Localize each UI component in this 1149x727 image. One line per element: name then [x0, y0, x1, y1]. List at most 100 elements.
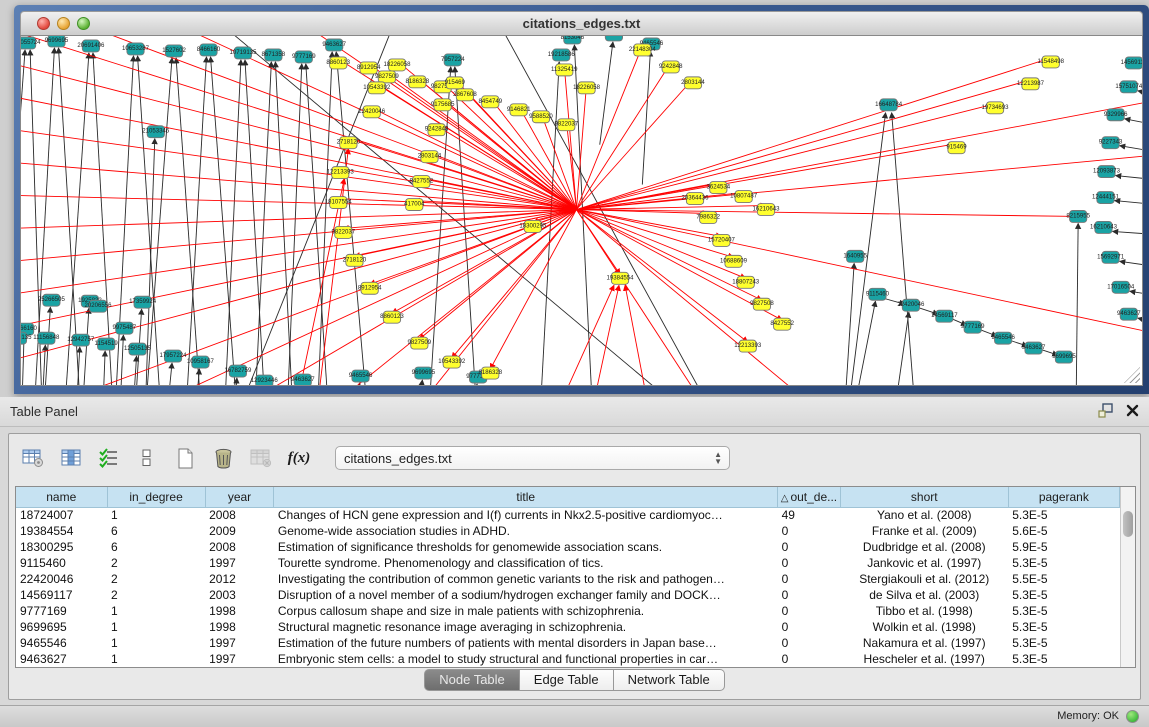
column-header-year[interactable]: year: [205, 487, 274, 507]
network-node-teal[interactable]: 9777169: [292, 51, 316, 63]
cell-year[interactable]: 1997: [205, 555, 274, 571]
network-node-yellow[interactable]: 8912954: [357, 62, 381, 74]
cell-in_degree[interactable]: 2: [107, 571, 205, 587]
network-node-teal[interactable]: 9699695: [45, 36, 69, 47]
cell-out_degree[interactable]: 0: [778, 603, 841, 619]
cell-short[interactable]: Yano et al. (2008): [840, 507, 1008, 523]
cell-year[interactable]: 2003: [205, 587, 274, 603]
network-node-yellow[interactable]: 915469: [445, 77, 466, 89]
network-canvas[interactable]: 2005572496996952069140610653287152760284…: [20, 35, 1143, 386]
cell-short[interactable]: Stergiakouli et al. (2012): [840, 571, 1008, 587]
float-panel-icon[interactable]: [1098, 403, 1114, 418]
cell-name[interactable]: 9777169: [16, 603, 107, 619]
network-node-teal[interactable]: 9463627: [1022, 342, 1046, 354]
cell-in_degree[interactable]: 6: [107, 539, 205, 555]
column-header-name[interactable]: name: [16, 487, 107, 507]
cell-year[interactable]: 2012: [205, 571, 274, 587]
cell-in_degree[interactable]: 1: [107, 507, 205, 523]
network-node-yellow[interactable]: 8454749: [478, 96, 502, 108]
cell-title[interactable]: Changes of HCN gene expression and I(f) …: [274, 507, 778, 523]
network-node-yellow[interactable]: 8860123: [380, 311, 404, 323]
network-node-yellow[interactable]: 20364436: [682, 193, 710, 205]
network-node-yellow[interactable]: 8186328: [405, 76, 429, 88]
cell-out_degree[interactable]: 49: [778, 507, 841, 523]
table-row[interactable]: 1872400712008Changes of HCN gene express…: [16, 507, 1120, 523]
cell-out_degree[interactable]: 0: [778, 651, 841, 667]
cell-in_degree[interactable]: 1: [107, 635, 205, 651]
network-node-teal[interactable]: 10958167: [187, 356, 215, 368]
network-node-teal[interactable]: 9465546: [991, 332, 1015, 344]
cell-name[interactable]: 9115460: [16, 555, 107, 571]
network-node-yellow[interactable]: 9827509: [408, 337, 432, 349]
network-node-teal[interactable]: 9463627: [291, 374, 315, 385]
network-node-teal[interactable]: 9227343: [1099, 137, 1123, 149]
network-node-yellow[interactable]: 12213393: [734, 340, 762, 352]
cell-pagerank[interactable]: 5.3E-5: [1008, 651, 1119, 667]
cell-year[interactable]: 1997: [205, 635, 274, 651]
table-row[interactable]: 1830029562008Estimation of significance …: [16, 539, 1120, 555]
new-column-icon[interactable]: [169, 443, 201, 473]
network-node-yellow[interactable]: 2803144: [681, 77, 705, 89]
cell-out_degree[interactable]: 0: [778, 523, 841, 539]
citation-network-graph[interactable]: 2005572496996952069140610653287152760284…: [21, 36, 1142, 385]
network-node-teal[interactable]: 9329966: [1104, 109, 1128, 121]
cell-title[interactable]: Disruption of a novel member of a sodium…: [274, 587, 778, 603]
network-node-teal[interactable]: 8466160: [197, 44, 221, 56]
memory-ok-indicator-icon[interactable]: [1126, 710, 1139, 723]
network-node-teal[interactable]: 14569117: [931, 310, 958, 322]
cell-title[interactable]: Genome-wide association studies in ADHD.: [274, 523, 778, 539]
network-node-yellow[interactable]: 22420046: [358, 106, 386, 118]
network-node-yellow[interactable]: 2718120: [343, 254, 367, 266]
network-node-yellow[interactable]: 10807487: [730, 191, 758, 203]
column-header-pagerank[interactable]: pagerank: [1008, 487, 1119, 507]
cell-pagerank[interactable]: 5.3E-5: [1008, 587, 1119, 603]
column-header-short[interactable]: short: [840, 487, 1008, 507]
network-node-yellow[interactable]: 11548498: [1038, 56, 1065, 68]
network-node-teal[interactable]: 1527602: [162, 45, 186, 57]
network-node-teal[interactable]: 17957224: [160, 350, 188, 362]
network-node-teal[interactable]: 1154519: [95, 338, 119, 350]
network-node-yellow[interactable]: 8186328: [478, 367, 502, 379]
cell-out_degree[interactable]: 0: [778, 555, 841, 571]
network-node-teal[interactable]: 16782759: [224, 365, 252, 377]
cell-year[interactable]: 2009: [205, 523, 274, 539]
network-node-yellow[interactable]: 8912954: [358, 282, 382, 294]
tab-network-table[interactable]: Network Table: [614, 669, 725, 691]
network-node-teal[interactable]: 9975487: [113, 322, 137, 334]
cell-short[interactable]: Franke et al. (2009): [840, 523, 1008, 539]
cell-out_degree[interactable]: 0: [778, 539, 841, 555]
network-node-yellow[interactable]: 9822037: [554, 119, 578, 131]
tab-edge-table[interactable]: Edge Table: [520, 669, 614, 691]
table-header-row[interactable]: namein_degreeyeartitle△out_de...shortpag…: [16, 487, 1120, 507]
network-node-teal[interactable]: 14569117: [1121, 57, 1142, 69]
table-row[interactable]: 946362711997Embryonic stem cells: a mode…: [16, 651, 1120, 667]
network-node-yellow[interactable]: 9827508: [750, 298, 774, 310]
network-node-teal[interactable]: 10653287: [122, 43, 150, 55]
network-node-teal[interactable]: 8153046: [561, 36, 585, 44]
network-node-yellow[interactable]: 9822037: [332, 226, 356, 238]
cell-title[interactable]: Estimation of the future numbers of pati…: [274, 635, 778, 651]
network-node-teal[interactable]: 12444151: [1092, 192, 1120, 204]
table-row[interactable]: 1456911722003Disruption of a novel membe…: [16, 587, 1120, 603]
column-header-title[interactable]: title: [274, 487, 778, 507]
cell-in_degree[interactable]: 1: [107, 603, 205, 619]
cell-year[interactable]: 2008: [205, 507, 274, 523]
network-node-yellow[interactable]: 12213987: [1017, 78, 1045, 90]
network-node-yellow[interactable]: 8860123: [326, 57, 350, 69]
network-node-yellow[interactable]: 18107554: [325, 197, 353, 209]
cell-title[interactable]: Estimation of significance thresholds fo…: [274, 539, 778, 555]
cell-short[interactable]: Nakamura et al. (1997): [840, 635, 1008, 651]
network-node-teal[interactable]: 25266505: [38, 294, 66, 306]
network-node-yellow[interactable]: 10688609: [720, 255, 748, 267]
delete-column-icon[interactable]: [207, 443, 239, 473]
select-all-rows-icon[interactable]: [93, 443, 125, 473]
cell-name[interactable]: 19384554: [16, 523, 107, 539]
network-node-yellow[interactable]: 11325419: [551, 64, 578, 76]
network-node-teal[interactable]: 9699695: [1052, 351, 1076, 363]
table-selector-dropdown[interactable]: citations_edges.txt ▲▼: [335, 446, 730, 470]
table-row[interactable]: 946554611997Estimation of the future num…: [16, 635, 1120, 651]
network-node-yellow[interactable]: 2803144: [418, 151, 442, 163]
cell-out_degree[interactable]: 0: [778, 571, 841, 587]
function-builder-icon[interactable]: f(x): [283, 443, 315, 473]
cell-short[interactable]: Hescheler et al. (1997): [840, 651, 1008, 667]
